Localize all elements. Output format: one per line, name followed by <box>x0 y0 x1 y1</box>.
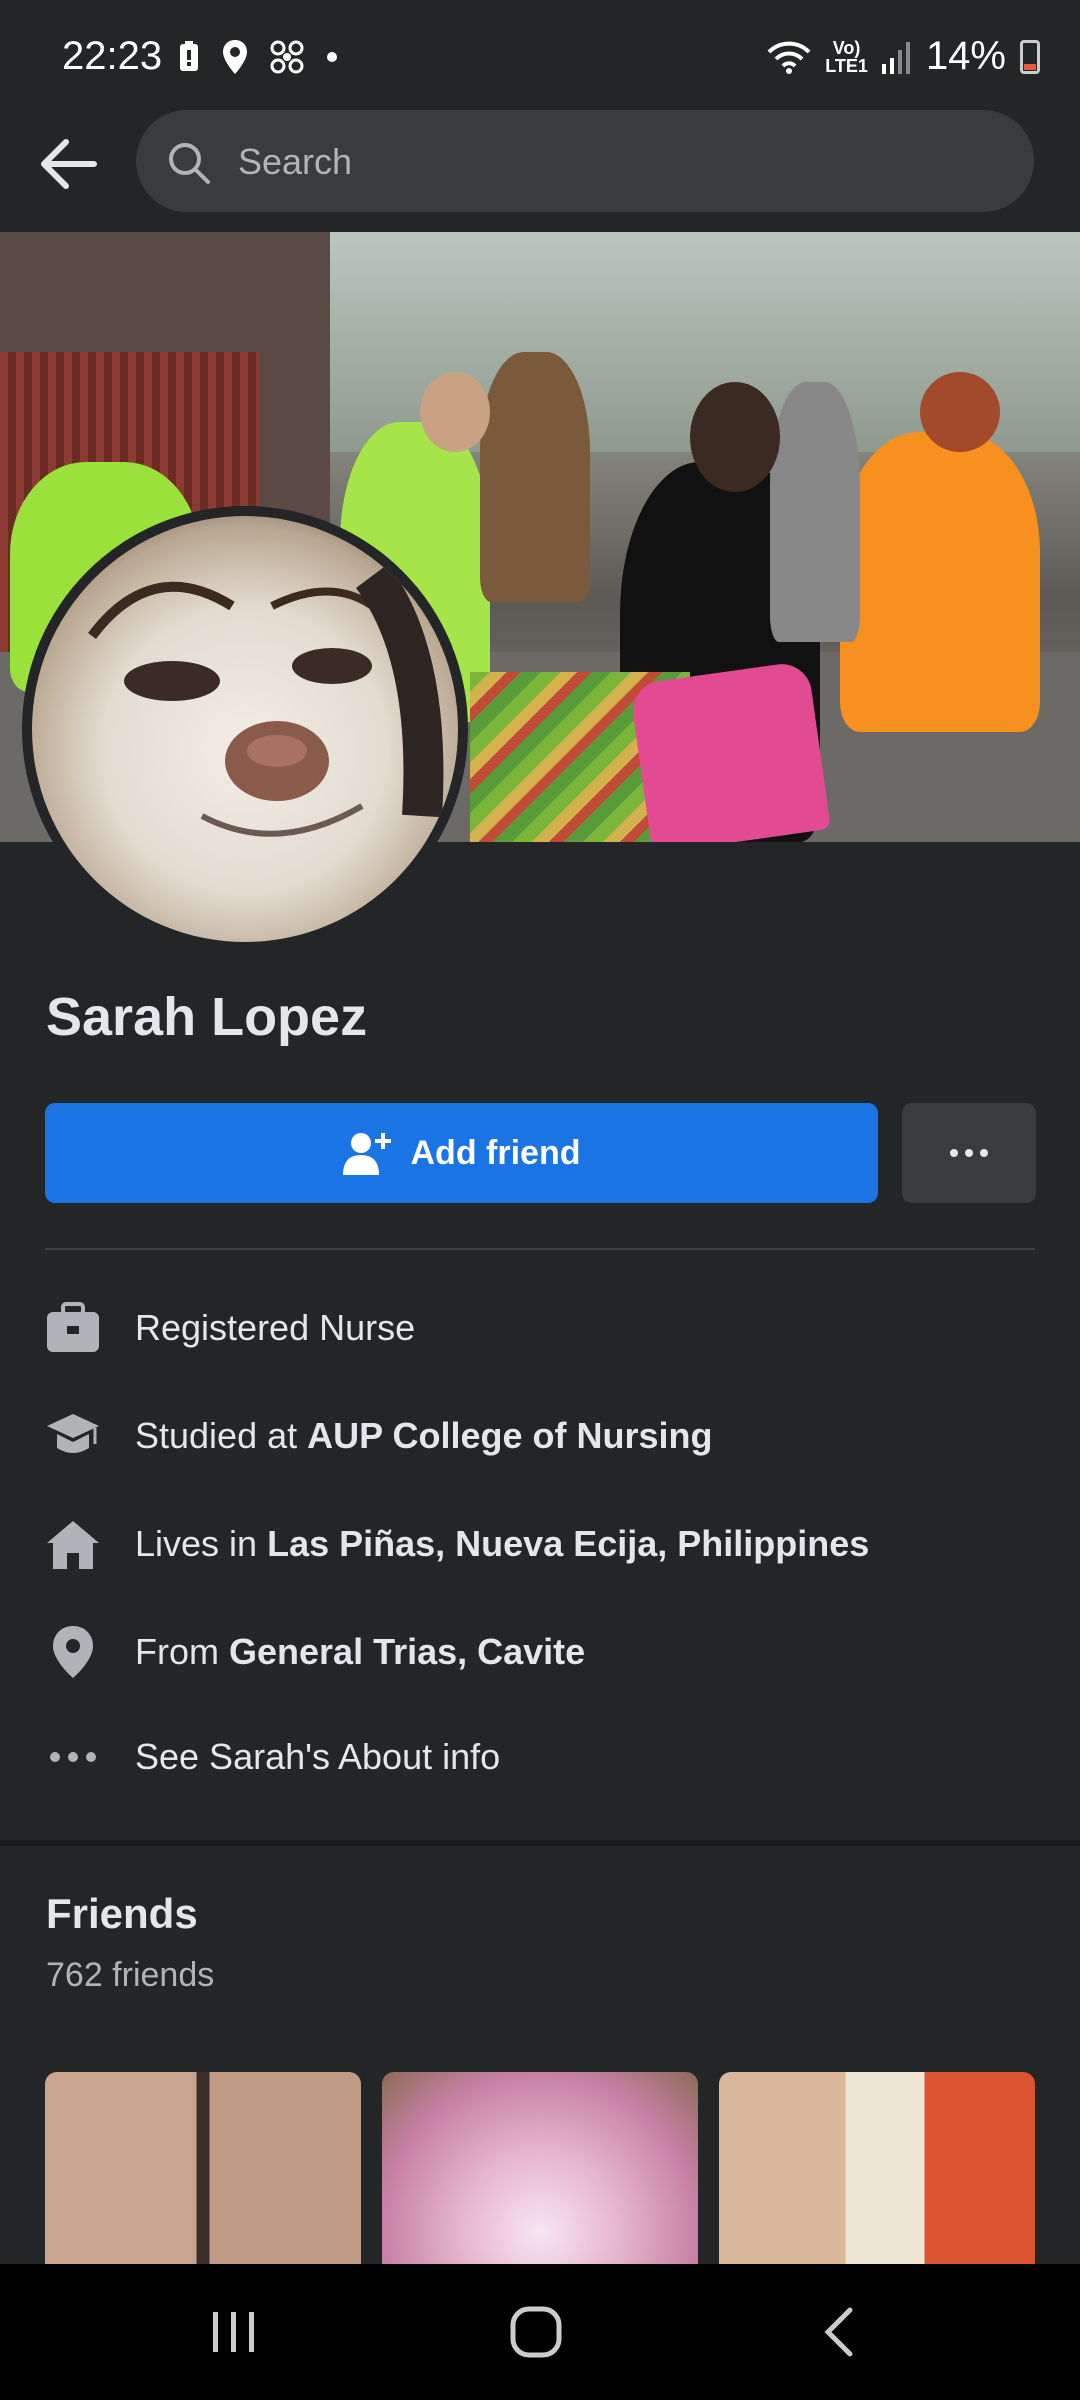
detail-work: Registered Nurse <box>45 1293 1045 1363</box>
dog-face-illustration <box>88 564 444 837</box>
education-school[interactable]: AUP College of Nursing <box>307 1415 712 1456</box>
top-bar <box>0 110 1080 230</box>
about-info-link[interactable]: See Sarah's About info <box>135 1736 500 1778</box>
search-icon <box>169 143 210 184</box>
detail-lives: Lives in Las Piñas, Nueva Ecija, Philipp… <box>45 1509 1045 1579</box>
more-options-button[interactable] <box>902 1103 1036 1203</box>
profile-avatar[interactable] <box>22 506 468 952</box>
briefcase-icon <box>45 1300 101 1356</box>
wifi-icon <box>767 41 811 74</box>
recent-apps-icon <box>213 2312 254 2352</box>
detail-from-text: From General Trias, Cavite <box>135 1631 585 1673</box>
profile-name: Sarah Lopez <box>46 987 368 1047</box>
back-arrow-icon <box>41 139 97 189</box>
location-pin-icon <box>45 1624 101 1680</box>
cover-head <box>920 372 1000 452</box>
more-dots-icon <box>950 1149 988 1157</box>
friend-thumbnail[interactable] <box>719 2072 1035 2272</box>
location-icon <box>223 40 247 74</box>
from-prefix: From <box>135 1631 229 1672</box>
back-chevron-icon <box>824 2307 853 2357</box>
friends-title: Friends <box>46 1890 198 1937</box>
back-button[interactable] <box>36 132 100 196</box>
cover-person <box>770 382 860 642</box>
add-person-icon <box>342 1133 391 1175</box>
detail-work-text: Registered Nurse <box>135 1307 416 1348</box>
search-input[interactable] <box>236 110 1000 214</box>
cover-bag <box>629 660 831 842</box>
add-friend-button[interactable]: Add friend <box>45 1103 878 1203</box>
detail-education: Studied at AUP College of Nursing <box>45 1401 1045 1471</box>
network-type: Vo) LTE1 <box>825 39 868 75</box>
status-left-icons <box>178 40 338 74</box>
home-button[interactable] <box>436 2264 636 2400</box>
lives-prefix: Lives in <box>135 1523 268 1564</box>
battery-icon <box>1020 39 1040 74</box>
fan-icon <box>270 40 304 74</box>
detail-from: From General Trias, Cavite <box>45 1617 1045 1687</box>
from-location[interactable]: General Trias, Cavite <box>229 1631 585 1672</box>
detail-education-text: Studied at AUP College of Nursing <box>135 1415 713 1457</box>
signal-icon <box>881 41 910 74</box>
home-circle-icon <box>510 2306 562 2358</box>
search-bar[interactable] <box>136 110 1034 214</box>
cover-person <box>480 352 590 602</box>
add-friend-label: Add friend <box>410 1133 581 1172</box>
home-icon <box>45 1516 101 1572</box>
status-time: 22:23 <box>62 34 163 78</box>
section-separator <box>0 1840 1080 1846</box>
avatar-image <box>32 516 458 942</box>
recent-apps-button[interactable] <box>134 2264 334 2400</box>
lives-location[interactable]: Las Piñas, Nueva Ecija, Philippines <box>267 1523 869 1564</box>
cover-person <box>840 432 1040 732</box>
detail-about-link[interactable]: See Sarah's About info <box>45 1722 1045 1792</box>
cover-head <box>420 372 490 452</box>
education-prefix: Studied at <box>135 1415 308 1456</box>
system-nav-bar <box>0 2264 1080 2400</box>
notification-dot-icon <box>327 52 337 62</box>
ellipsis-icon <box>45 1729 101 1785</box>
graduation-cap-icon <box>45 1408 101 1464</box>
detail-lives-text: Lives in Las Piñas, Nueva Ecija, Philipp… <box>135 1523 869 1565</box>
friend-thumbnail[interactable] <box>382 2072 698 2272</box>
friend-thumbnail[interactable] <box>45 2072 361 2272</box>
battery-percent: 14% <box>925 34 1006 78</box>
network-label-bottom: LTE1 <box>825 55 868 76</box>
status-bar: 22:23 Vo) LTE1 14% <box>0 0 1080 110</box>
divider <box>45 1248 1035 1250</box>
status-right: Vo) LTE1 14% <box>767 34 1040 79</box>
cover-head <box>690 382 780 492</box>
network-label-top: Vo) <box>832 37 861 58</box>
friends-count[interactable]: 762 friends <box>46 1956 214 1995</box>
battery-saver-icon <box>180 41 198 71</box>
back-nav-button[interactable] <box>738 2264 938 2400</box>
